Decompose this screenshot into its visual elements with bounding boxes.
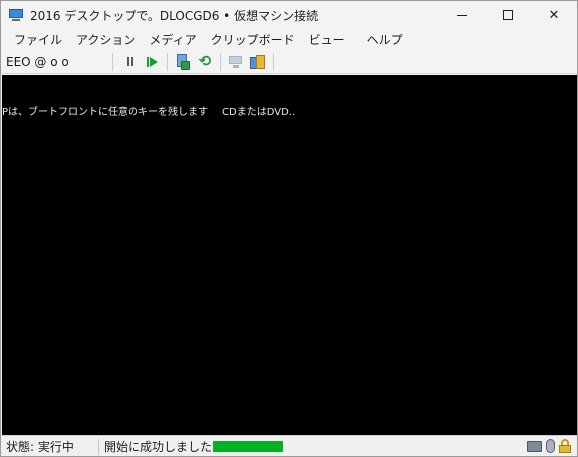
resume-icon — [146, 56, 158, 67]
progress-fill — [213, 441, 284, 452]
toolbar-separator — [273, 52, 274, 71]
keyboard-icon — [527, 440, 542, 452]
menu-action[interactable]: アクション — [69, 31, 142, 48]
boot-prompt-media: CDまたはDVD.. — [222, 107, 296, 118]
menu-bar: ファイル アクション メディア クリップボード ビュー ヘルプ — [1, 29, 577, 50]
lock-icon — [559, 439, 571, 453]
menu-view[interactable]: ビュー — [302, 31, 352, 48]
status-message-area: 開始に成功しました — [99, 438, 284, 455]
status-tray — [527, 439, 571, 453]
share-icon — [250, 54, 266, 70]
resume-button[interactable] — [141, 52, 163, 72]
enhanced-session-button[interactable] — [225, 52, 247, 72]
vm-connection-window: 2016 デスクトップで。DLOCGD6 • 仮想マシン接続 ✕ ファイル アク… — [0, 0, 578, 457]
snapshot-icon — [176, 53, 190, 70]
menu-clipboard[interactable]: クリップボード — [204, 31, 302, 48]
progress-bar — [213, 441, 284, 452]
boot-prompt: Pは、ブートフロントに任意のキーを残します CDまたはDVD.. — [2, 103, 295, 118]
vm-name-label: EEO @ o o — [1, 52, 113, 71]
mouse-icon — [546, 439, 555, 453]
share-button[interactable] — [247, 52, 269, 72]
maximize-icon — [503, 10, 513, 20]
toolbar-separator — [167, 52, 168, 71]
vm-connect-app-icon — [8, 7, 24, 23]
status-state: 状態: 実行中 — [1, 438, 99, 455]
status-bar: 状態: 実行中 開始に成功しました — [1, 435, 577, 456]
title-bar[interactable]: 2016 デスクトップで。DLOCGD6 • 仮想マシン接続 ✕ — [1, 1, 577, 29]
revert-icon: ⟲ — [198, 52, 212, 70]
status-message: 開始に成功しました — [104, 440, 213, 454]
menu-file[interactable]: ファイル — [7, 31, 69, 48]
network-icon — [228, 55, 244, 69]
toolbar-separator — [220, 52, 221, 71]
pause-icon — [127, 57, 133, 66]
checkpoint-button[interactable] — [172, 52, 194, 72]
boot-prompt-text: Pは、ブートフロントに任意のキーを残します — [2, 107, 209, 118]
close-button[interactable]: ✕ — [531, 1, 577, 29]
revert-button[interactable]: ⟲ — [194, 52, 216, 72]
window-title: 2016 デスクトップで。DLOCGD6 • 仮想マシン接続 — [30, 8, 319, 23]
pause-button[interactable] — [119, 52, 141, 72]
menu-media[interactable]: メディア — [142, 31, 203, 48]
vm-console-screen[interactable]: Pは、ブートフロントに任意のキーを残します CDまたはDVD.. — [2, 75, 577, 435]
maximize-button[interactable] — [485, 1, 531, 29]
toolbar: EEO @ o o ⟲ — [1, 50, 577, 74]
window-controls: ✕ — [439, 1, 577, 29]
close-icon: ✕ — [548, 7, 560, 23]
minimize-button[interactable] — [439, 1, 485, 29]
minimize-icon — [457, 14, 467, 16]
menu-help[interactable]: ヘルプ — [360, 31, 410, 48]
